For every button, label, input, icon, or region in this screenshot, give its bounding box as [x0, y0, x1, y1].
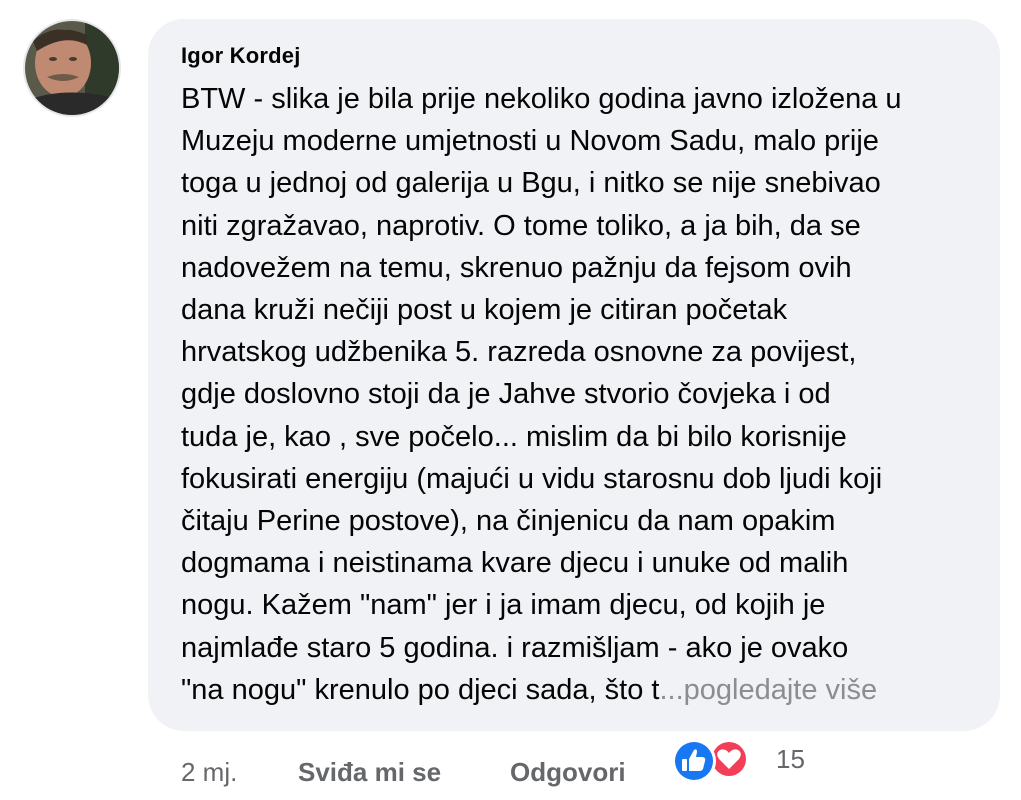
reaction-summary[interactable]	[667, 737, 757, 785]
comment-actions: 2 mj. Sviđa mi se Odgovori	[181, 752, 626, 792]
reply-button[interactable]: Odgovori	[510, 757, 626, 788]
avatar[interactable]	[23, 19, 121, 117]
comment-text: BTW - slika je bila prije nekoliko godin…	[181, 78, 981, 711]
like-icon	[672, 739, 716, 783]
reaction-count[interactable]: 15	[776, 744, 805, 775]
reaction-icons	[672, 739, 749, 783]
comment-author[interactable]: Igor Kordej	[181, 43, 301, 69]
see-more-link[interactable]: ...pogledajte više	[659, 674, 877, 706]
comment-body: BTW - slika je bila prije nekoliko godin…	[181, 83, 902, 706]
profile-photo	[25, 21, 119, 115]
comment-timestamp[interactable]: 2 mj.	[181, 757, 237, 788]
like-button[interactable]: Sviđa mi se	[298, 757, 441, 788]
